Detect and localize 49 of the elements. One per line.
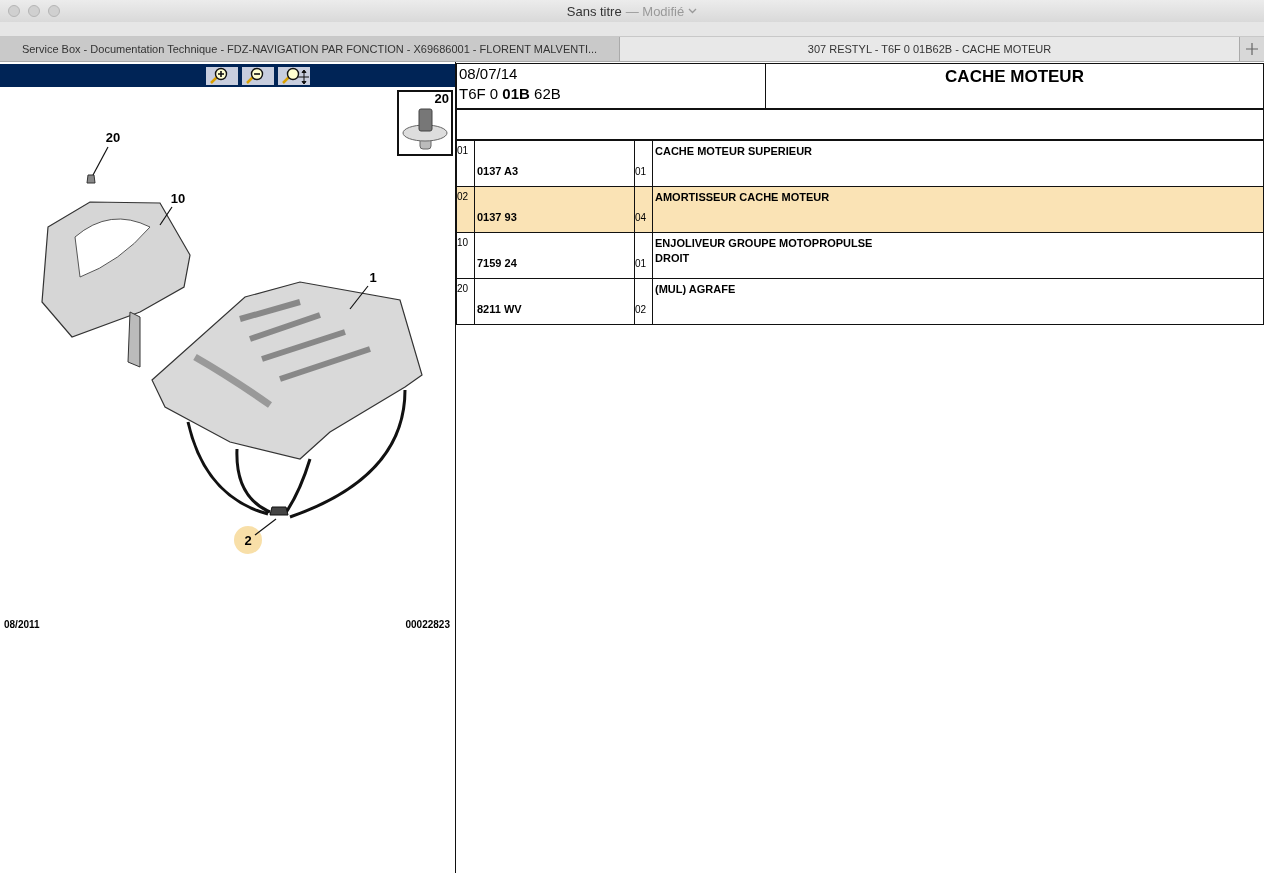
part-description: ENJOLIVEUR GROUPE MOTOPROPULSE <box>655 236 874 251</box>
leader-line <box>159 206 173 226</box>
callout-label[interactable]: 20 <box>105 130 121 145</box>
quantity: 01 <box>635 258 648 269</box>
zoom-tool-button[interactable] <box>277 66 310 85</box>
callout-label[interactable]: 2 <box>244 533 252 548</box>
quantity: 04 <box>635 212 648 223</box>
part-description: AMORTISSEUR CACHE MOTEUR <box>655 190 831 205</box>
close-button[interactable] <box>8 5 20 17</box>
zoom-button[interactable] <box>48 5 60 17</box>
callout-label[interactable]: 10 <box>170 191 186 206</box>
parts-row[interactable]: 20 8211 WV 02 (MUL) AGRAFE <box>456 279 1264 325</box>
quantity: 02 <box>635 304 648 315</box>
part-description: (MUL) AGRAFE <box>655 282 737 297</box>
minimize-button[interactable] <box>28 5 40 17</box>
document-status: — Modifié <box>625 3 685 19</box>
drawing-number: 00022823 <box>405 619 450 630</box>
reference-number: 20 <box>457 283 470 294</box>
leader-line <box>92 146 109 176</box>
thumbnail-frame[interactable]: 20 <box>397 90 453 156</box>
zoom-tool-button[interactable] <box>205 66 238 85</box>
part-description: CACHE MOTEUR SUPERIEUR <box>655 144 814 159</box>
quantity: 01 <box>635 166 648 177</box>
parts-row[interactable]: 02 0137 93 04 AMORTISSEUR CACHE MOTEUR <box>456 187 1264 233</box>
chevron-icon[interactable] <box>688 8 698 14</box>
thumbnail-label: 20 <box>434 92 450 105</box>
part-number: 0137 A3 <box>477 165 520 177</box>
document-date: 08/07/14 <box>459 64 519 84</box>
part-number: 8211 WV <box>477 303 523 315</box>
reference-number: 02 <box>457 191 470 202</box>
window-title: Sans titre <box>566 3 622 19</box>
plus-icon <box>1246 43 1258 55</box>
part-number: 0137 93 <box>477 211 518 223</box>
part-description: DROIT <box>655 251 691 266</box>
new-tab-button[interactable] <box>1240 37 1264 61</box>
callout-label[interactable]: 1 <box>369 270 377 285</box>
reference-number: 01 <box>457 145 470 156</box>
browser-tab[interactable]: 307 RESTYL - T6F 0 01B62B - CACHE MOTEUR <box>620 37 1240 61</box>
zoom-tool-button[interactable] <box>241 66 274 85</box>
leader-line <box>349 285 369 310</box>
parts-row[interactable]: 10 7159 24 01 ENJOLIVEUR GROUPE MOTOPROPULSE DROIT <box>456 233 1264 279</box>
browser-tab[interactable]: Service Box - Documentation Technique - FDZ-NAVIGATION PAR FONCTION - X69686001 - FLORENT MALVENTI... <box>0 37 620 61</box>
part-number: 7159 24 <box>477 257 518 269</box>
reference-number: 10 <box>457 237 470 248</box>
group-title: CACHE MOTEUR <box>945 67 1084 86</box>
clip-drawing <box>400 105 450 153</box>
drawing-date: 08/2011 <box>4 619 40 630</box>
leader-line <box>254 518 277 536</box>
vehicle-code: T6F 0 01B 62B <box>459 84 562 104</box>
